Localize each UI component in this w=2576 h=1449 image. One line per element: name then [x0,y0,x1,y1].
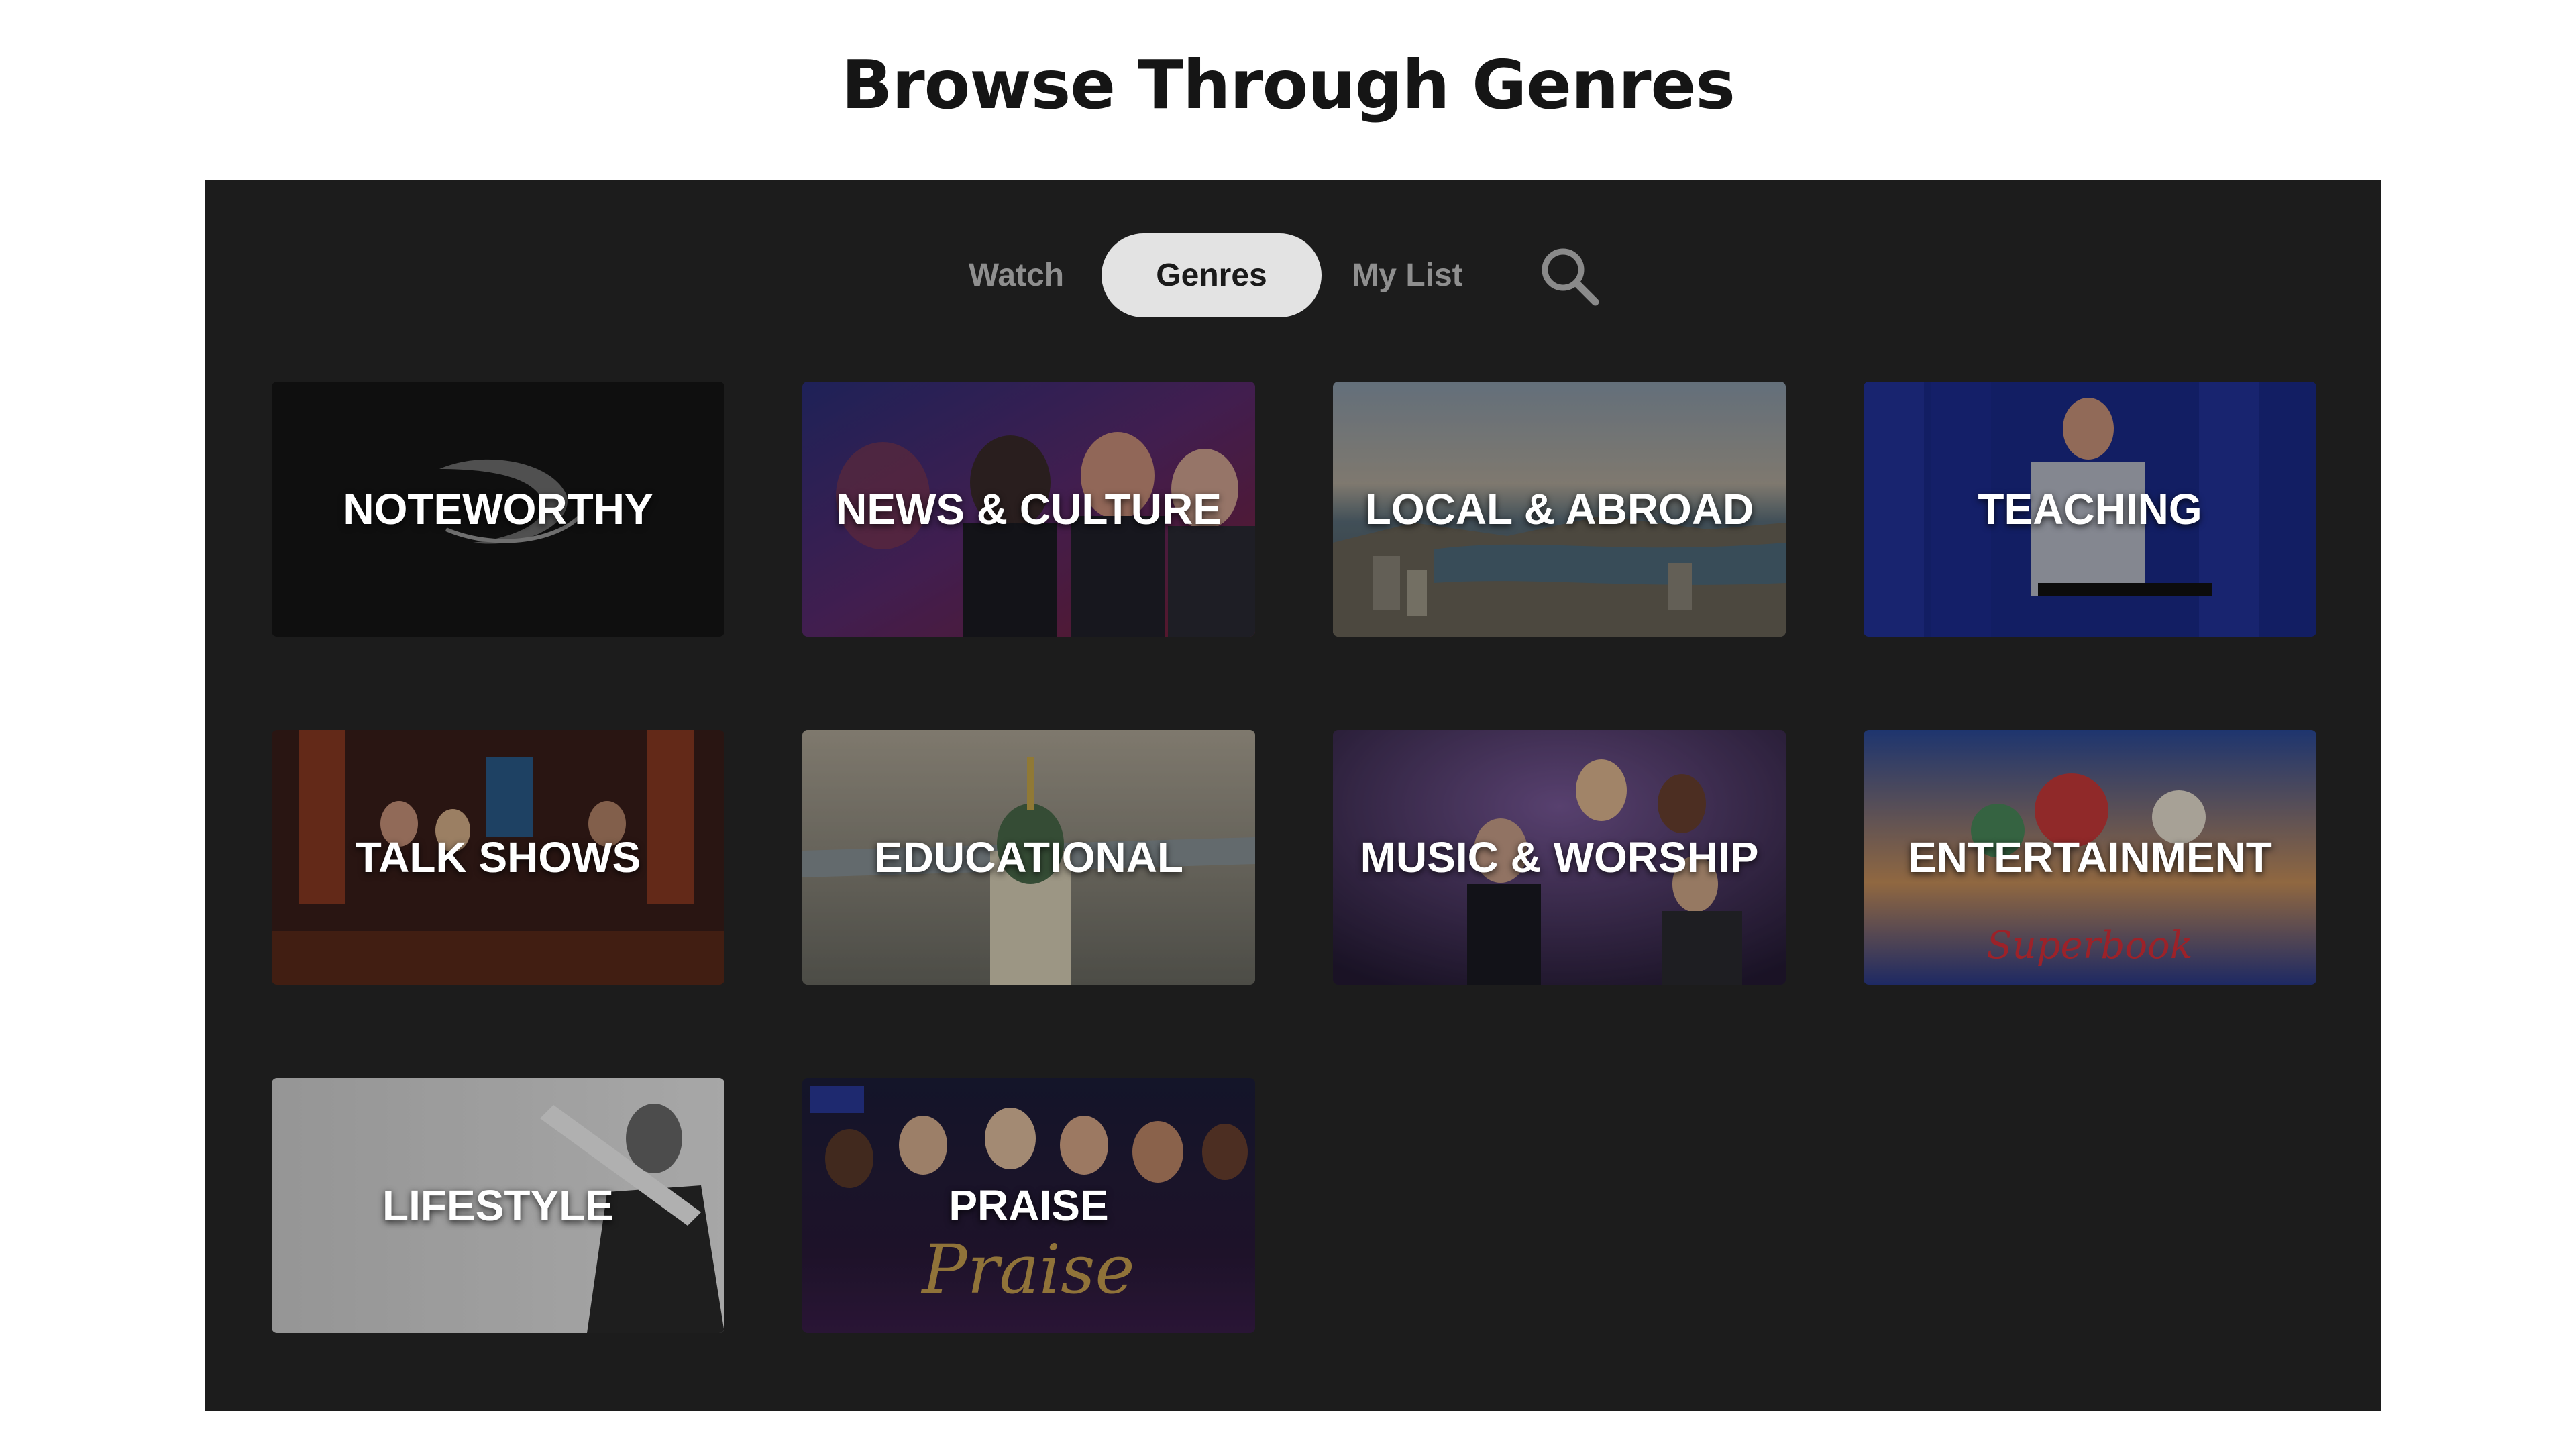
genre-label: NOTEWORTHY [343,485,653,533]
genre-label: MUSIC & WORSHIP [1360,833,1759,881]
genre-label: TEACHING [1978,485,2202,533]
genre-tile-local-abroad[interactable]: LOCAL & ABROAD [1333,382,1786,637]
genre-tile-news-culture[interactable]: NEWS & CULTURE [802,382,1255,637]
page-title: Browse Through Genres [841,46,1735,124]
genre-tile-music-worship[interactable]: MUSIC & WORSHIP [1333,730,1786,985]
genre-tile-talk-shows[interactable]: TALK SHOWS [272,730,724,985]
genre-tile-educational[interactable]: EDUCATIONAL [802,730,1255,985]
tab-my-list[interactable]: My List [1337,233,1478,317]
search-button[interactable] [1536,243,1603,310]
genre-tile-entertainment[interactable]: Superbook ENTERTAINMENT [1864,730,2316,985]
genre-label: LIFESTYLE [382,1181,614,1230]
genre-tile-praise[interactable]: Praise PRAISE [802,1078,1255,1333]
tab-watch[interactable]: Watch [953,233,1080,317]
search-icon [1542,248,1599,306]
genre-tile-noteworthy[interactable]: NOTEWORTHY [272,382,724,637]
top-navigation: Watch Genres My List [205,233,2381,317]
genre-tile-teaching[interactable]: TEACHING [1864,382,2316,637]
genre-tile-lifestyle[interactable]: LIFESTYLE [272,1078,724,1333]
genre-label: NEWS & CULTURE [836,485,1222,533]
genre-label: LOCAL & ABROAD [1364,485,1754,533]
genre-label: TALK SHOWS [355,833,641,881]
genre-label: ENTERTAINMENT [1908,833,2272,881]
genre-label: PRAISE [949,1181,1109,1230]
tab-genres[interactable]: Genres [1102,233,1322,317]
genre-label: EDUCATIONAL [874,833,1183,881]
tv-app-frame: Watch Genres My List NOTEWORTHY NEWS & C… [205,180,2381,1411]
